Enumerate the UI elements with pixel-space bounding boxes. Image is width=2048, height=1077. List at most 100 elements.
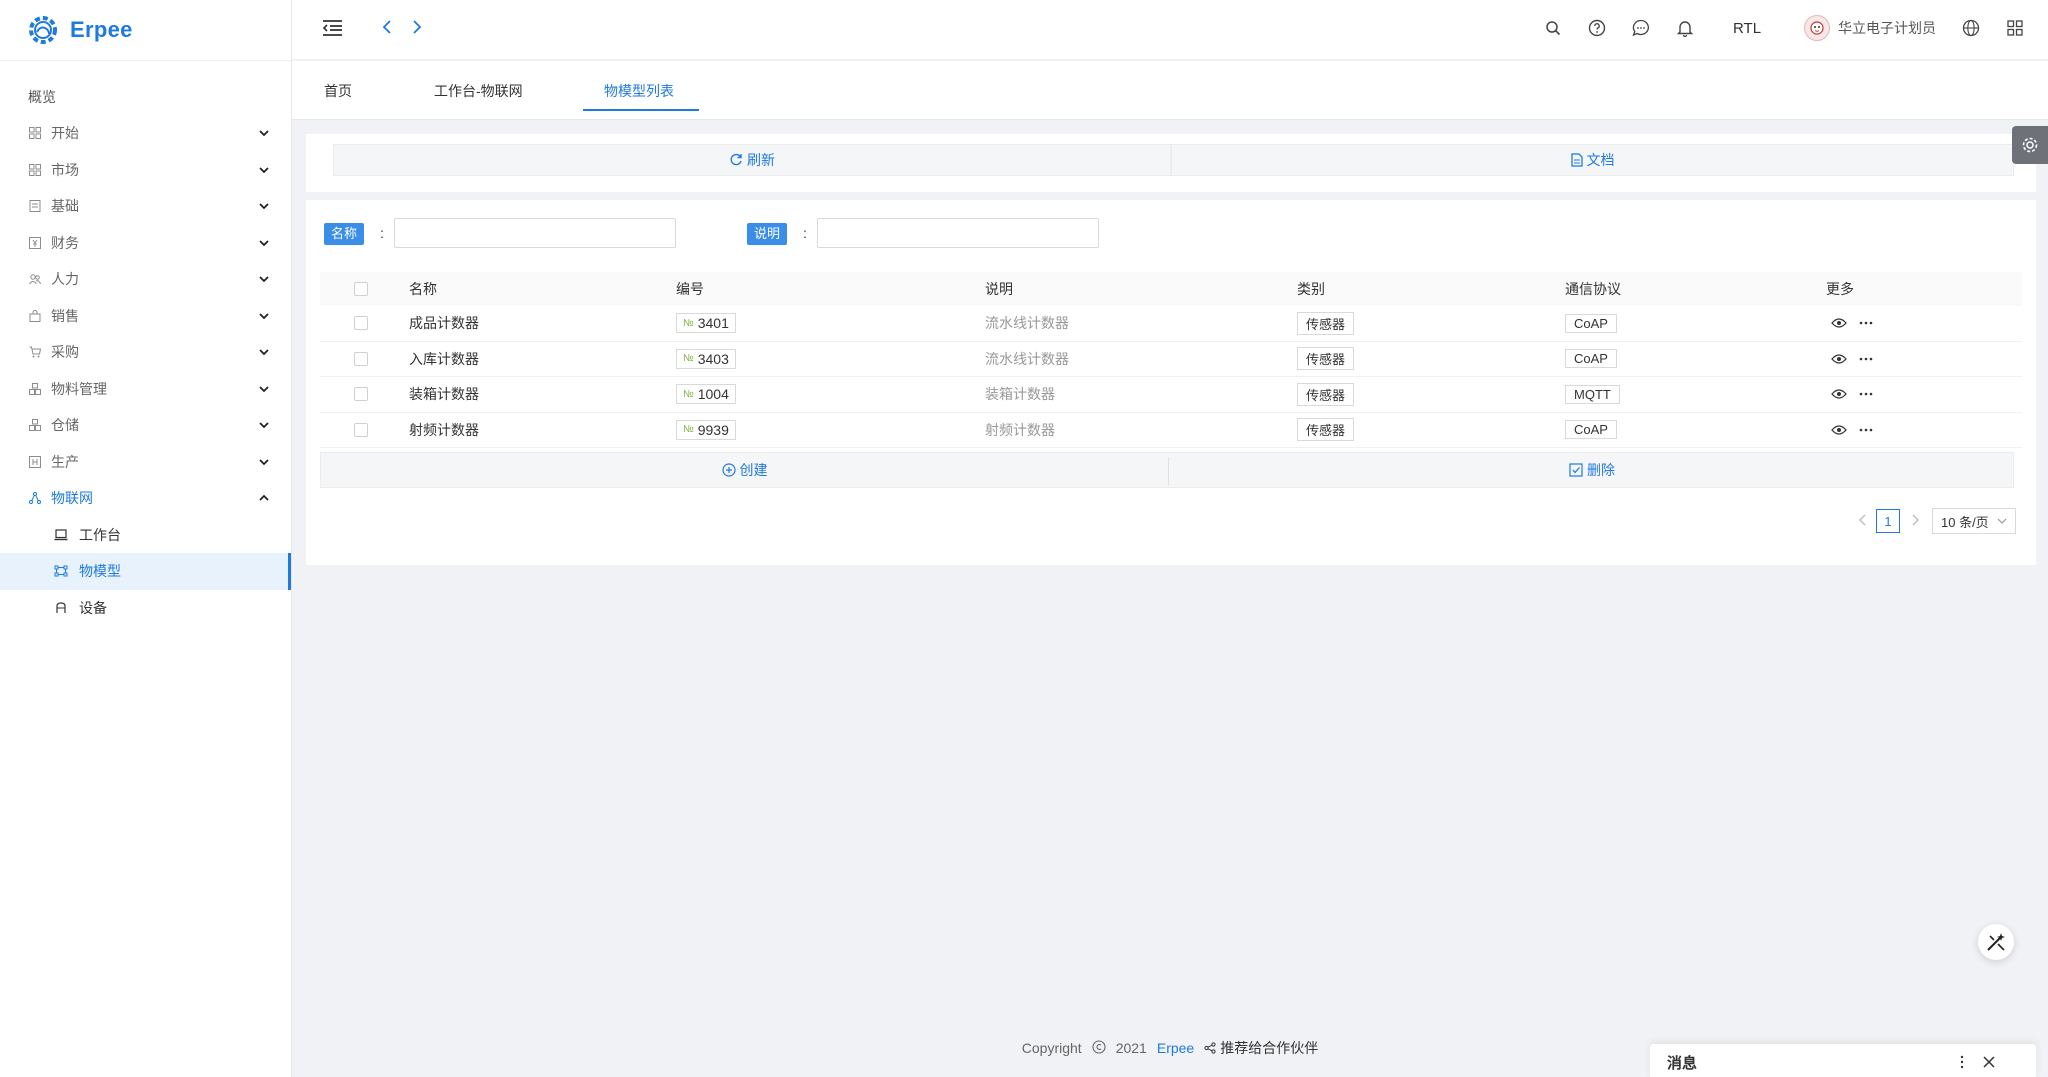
- back-arrow-icon[interactable]: [376, 16, 398, 38]
- thing-model-list-card: 名称 : 说明 : 名称 编号 说明 类别 通信协议 更多 成品计数器 № 340…: [306, 200, 2036, 565]
- logo[interactable]: Erpee: [26, 10, 133, 50]
- row-protocol: CoAP: [1565, 349, 1617, 369]
- chevron-down-icon: [259, 349, 269, 356]
- sidebar-item-device[interactable]: 设备: [0, 590, 291, 627]
- sidebar-item-start[interactable]: 开始: [0, 115, 291, 152]
- more-options-icon[interactable]: [1859, 357, 1873, 361]
- page-size-select[interactable]: 10 条/页: [1932, 508, 2016, 534]
- desc-filter-label: 说明: [747, 223, 788, 245]
- number-sign-icon: №: [683, 353, 694, 365]
- chevron-down-icon: [259, 203, 269, 210]
- plus-circle-icon: [721, 463, 736, 477]
- sidebar-item-iot[interactable]: 物联网: [0, 480, 291, 517]
- sidebar-item-finance[interactable]: 财务: [0, 225, 291, 262]
- refresh-button[interactable]: 刷新: [333, 144, 1171, 176]
- select-all-checkbox[interactable]: [354, 282, 368, 296]
- user-menu[interactable]: 华立电子计划员: [1804, 15, 1936, 41]
- create-button[interactable]: 创建: [321, 453, 1168, 487]
- magic-wand-button[interactable]: [1978, 924, 2014, 960]
- number-sign-icon: №: [683, 424, 694, 436]
- tab-home[interactable]: 首页: [324, 81, 352, 101]
- rtl-toggle[interactable]: RTL: [1733, 20, 1761, 37]
- docs-label: 文档: [1586, 152, 1615, 168]
- row-checkbox[interactable]: [354, 351, 368, 366]
- sidebar-item-basic[interactable]: 基础: [0, 188, 291, 225]
- row-name[interactable]: 成品计数器: [409, 306, 479, 341]
- sidebar-item-workbench[interactable]: 工作台: [0, 517, 291, 554]
- more-options-icon[interactable]: [1859, 321, 1873, 325]
- table-row[interactable]: 成品计数器 № 3401 流水线计数器 传感器 CoAP: [320, 306, 2022, 342]
- desc-filter-input[interactable]: [817, 218, 1099, 248]
- tab-thing-model-list[interactable]: 物模型列表: [604, 81, 674, 101]
- name-filter-input[interactable]: [394, 218, 676, 248]
- table-row[interactable]: 装箱计数器 № 1004 装箱计数器 传感器 MQTT: [320, 377, 2022, 413]
- table-header: 名称 编号 说明 类别 通信协议 更多: [320, 272, 2022, 306]
- close-icon[interactable]: [1983, 1056, 1995, 1068]
- row-name[interactable]: 射频计数器: [409, 413, 479, 448]
- thing-model-table: 名称 编号 说明 类别 通信协议 更多 成品计数器 № 3401 流水线计数器 传…: [320, 272, 2022, 448]
- column-header-name[interactable]: 名称: [409, 272, 437, 306]
- row-checkbox[interactable]: [354, 387, 368, 402]
- delete-label: 删除: [1587, 462, 1615, 478]
- sidebar-item-materials[interactable]: 物料管理: [0, 371, 291, 408]
- row-description: 射频计数器: [985, 421, 1055, 438]
- active-tab-indicator: [583, 109, 699, 111]
- more-options-icon[interactable]: [1859, 392, 1873, 396]
- sidebar-item-hr[interactable]: 人力: [0, 261, 291, 298]
- sidebar-item-label: 物模型: [79, 563, 121, 580]
- column-header-category[interactable]: 类别: [1297, 272, 1325, 306]
- row-protocol: MQTT: [1565, 384, 1620, 404]
- collapse-menu-icon[interactable]: [321, 17, 343, 39]
- copyright-text: Copyright: [1021, 1040, 1082, 1056]
- messages-title: 消息: [1667, 1055, 1698, 1072]
- row-checkbox[interactable]: [354, 316, 368, 331]
- next-page-icon[interactable]: [1910, 513, 1920, 529]
- tab-workbench-iot[interactable]: 工作台-物联网: [434, 81, 523, 101]
- sidebar-item-sales[interactable]: 销售: [0, 298, 291, 335]
- language-globe-icon[interactable]: [1960, 17, 1982, 39]
- top-header: RTL 华立电子计划员: [292, 0, 2048, 60]
- page-number-current[interactable]: 1: [1876, 509, 1900, 533]
- forward-arrow-icon[interactable]: [406, 16, 428, 38]
- sidebar-item-thing-model[interactable]: 物模型: [0, 553, 291, 590]
- settings-gear-button[interactable]: [2012, 126, 2048, 164]
- help-icon[interactable]: [1586, 17, 1608, 39]
- table-row[interactable]: 入库计数器 № 3403 流水线计数器 传感器 CoAP: [320, 342, 2022, 377]
- search-icon[interactable]: [1542, 17, 1564, 39]
- sidebar-item-production[interactable]: 生产: [0, 444, 291, 481]
- sidebar-item-warehouse[interactable]: 仓储: [0, 407, 291, 444]
- bell-icon[interactable]: [1674, 17, 1696, 39]
- footer-brand-link[interactable]: Erpee: [1157, 1040, 1194, 1056]
- messages-panel[interactable]: 消息: [1650, 1044, 2036, 1077]
- row-checkbox[interactable]: [354, 422, 368, 437]
- name-filter-label: 名称: [324, 223, 365, 245]
- row-name[interactable]: 入库计数器: [409, 342, 479, 377]
- sidebar-item-market[interactable]: 市场: [0, 152, 291, 189]
- sidebar-item-label: 工作台: [79, 526, 121, 543]
- kebab-menu-icon[interactable]: [1960, 1055, 1964, 1069]
- prev-page-icon[interactable]: [1858, 513, 1868, 529]
- row-name[interactable]: 装箱计数器: [409, 377, 479, 412]
- share-partner-link[interactable]: 推荐给合作伙伴: [1204, 1038, 1318, 1058]
- delete-button[interactable]: 删除: [1169, 453, 2015, 487]
- docs-button[interactable]: 文档: [1171, 144, 2014, 176]
- device-icon: [54, 601, 68, 615]
- view-eye-icon[interactable]: [1831, 424, 1847, 436]
- factory-icon: [28, 455, 42, 469]
- column-header-code[interactable]: 编号: [676, 272, 704, 306]
- more-options-icon[interactable]: [1859, 428, 1873, 432]
- sidebar: Erpee 概览 开始 市场 基础 财务 人力 销售 采购 物料管理 仓储 生产…: [0, 0, 292, 1077]
- sidebar-item-label: 物料管理: [51, 380, 107, 397]
- sidebar-item-purchase[interactable]: 采购: [0, 334, 291, 371]
- chevron-down-icon: [259, 312, 269, 319]
- column-header-protocol[interactable]: 通信协议: [1565, 272, 1621, 306]
- chat-icon[interactable]: [1630, 17, 1652, 39]
- sidebar-item-label: 采购: [51, 344, 79, 361]
- apps-grid-icon[interactable]: [2004, 17, 2026, 39]
- view-eye-icon[interactable]: [1831, 388, 1847, 400]
- column-header-description[interactable]: 说明: [985, 272, 1013, 306]
- menu-overview[interactable]: 概览: [28, 87, 56, 107]
- view-eye-icon[interactable]: [1831, 353, 1847, 365]
- view-eye-icon[interactable]: [1831, 317, 1847, 329]
- table-row[interactable]: 射频计数器 № 9939 射频计数器 传感器 CoAP: [320, 413, 2022, 448]
